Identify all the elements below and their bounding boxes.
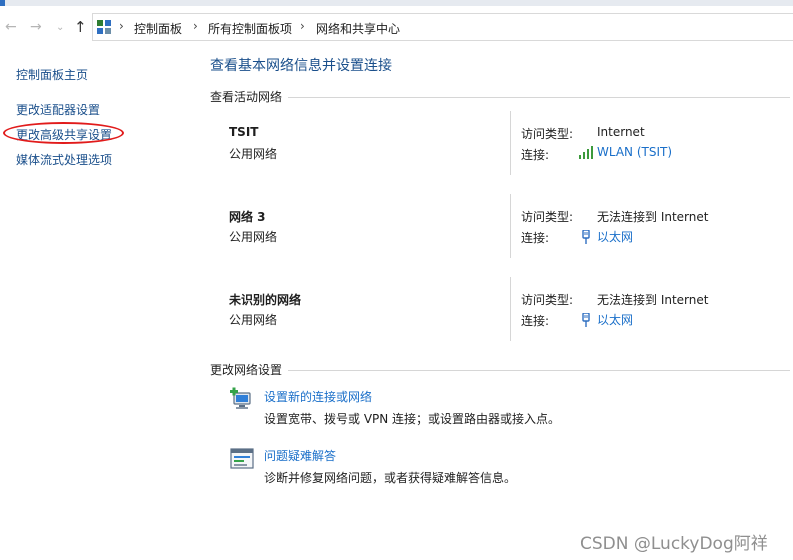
task-description: 设置宽带、拨号或 VPN 连接；或设置路由器或接入点。 [264, 412, 561, 426]
access-type-label: 访问类型: [521, 127, 574, 141]
connection-link[interactable]: 以太网 [578, 228, 633, 245]
breadcrumb-separator-icon: › [119, 19, 124, 33]
new-connection-icon [230, 387, 251, 409]
breadcrumb-network-center[interactable]: 网络和共享中心 [316, 20, 400, 37]
wifi-signal-icon [579, 146, 593, 159]
network-name: 网络 3 [229, 210, 266, 224]
connection-link[interactable]: WLAN (TSIT) [578, 145, 672, 159]
nav-change-adapter-settings[interactable]: 更改适配器设置 [16, 101, 100, 118]
breadcrumb-separator-icon: › [193, 19, 198, 33]
ethernet-icon [582, 229, 590, 244]
connection-name[interactable]: WLAN (TSIT) [597, 145, 672, 159]
ethernet-icon [582, 312, 590, 327]
active-networks-heading: 查看活动网络 [210, 90, 283, 104]
network-type-link[interactable]: 公用网络 [229, 228, 277, 245]
access-type-label: 访问类型: [521, 293, 574, 307]
nav-media-streaming-options[interactable]: 媒体流式处理选项 [16, 151, 112, 168]
connection-link[interactable]: 以太网 [578, 311, 633, 328]
back-arrow-icon[interactable]: ← [5, 19, 17, 35]
breadcrumb-all-items[interactable]: 所有控制面板项 [208, 20, 292, 37]
control-panel-icon [97, 20, 111, 34]
access-type-value: 无法连接到 Internet [597, 293, 709, 307]
page-title: 查看基本网络信息并设置连接 [210, 58, 392, 74]
up-arrow-icon[interactable]: ↑ [74, 18, 87, 36]
task-description: 诊断并修复网络问题，或者获得疑难解答信息。 [264, 471, 517, 485]
network-name: 未识别的网络 [229, 293, 302, 307]
address-bar[interactable]: › 控制面板 › 所有控制面板项 › 网络和共享中心 [92, 13, 793, 41]
window-top-strip [0, 0, 793, 6]
change-settings-heading: 更改网络设置 [210, 363, 283, 377]
section-divider [288, 370, 790, 371]
annotation-highlight-ellipse [3, 122, 124, 144]
network-divider [510, 111, 511, 175]
troubleshoot-icon [230, 448, 254, 469]
access-type-value: Internet [597, 125, 645, 139]
connection-label: 连接: [521, 148, 550, 162]
section-divider [288, 97, 790, 98]
network-type-link[interactable]: 公用网络 [229, 145, 277, 162]
breadcrumb-separator-icon: › [300, 19, 305, 33]
connection-name[interactable]: 以太网 [597, 311, 633, 328]
troubleshoot-link[interactable]: 问题疑难解答 [264, 447, 336, 464]
network-divider [510, 194, 511, 258]
watermark: CSDN @LuckyDog阿祥 [580, 534, 768, 554]
window-accent [0, 0, 5, 6]
recent-dropdown-icon[interactable]: ⌄ [56, 22, 64, 33]
forward-arrow-icon[interactable]: → [30, 19, 42, 35]
breadcrumb-control-panel[interactable]: 控制面板 [134, 20, 182, 37]
connection-name[interactable]: 以太网 [597, 228, 633, 245]
nav-control-panel-home[interactable]: 控制面板主页 [16, 66, 88, 83]
connection-label: 连接: [521, 314, 550, 328]
network-name: TSIT [229, 125, 259, 139]
access-type-label: 访问类型: [521, 210, 574, 224]
access-type-value: 无法连接到 Internet [597, 210, 709, 224]
setup-new-connection-link[interactable]: 设置新的连接或网络 [264, 388, 372, 405]
network-divider [510, 277, 511, 341]
network-type-link[interactable]: 公用网络 [229, 311, 277, 328]
connection-label: 连接: [521, 231, 550, 245]
